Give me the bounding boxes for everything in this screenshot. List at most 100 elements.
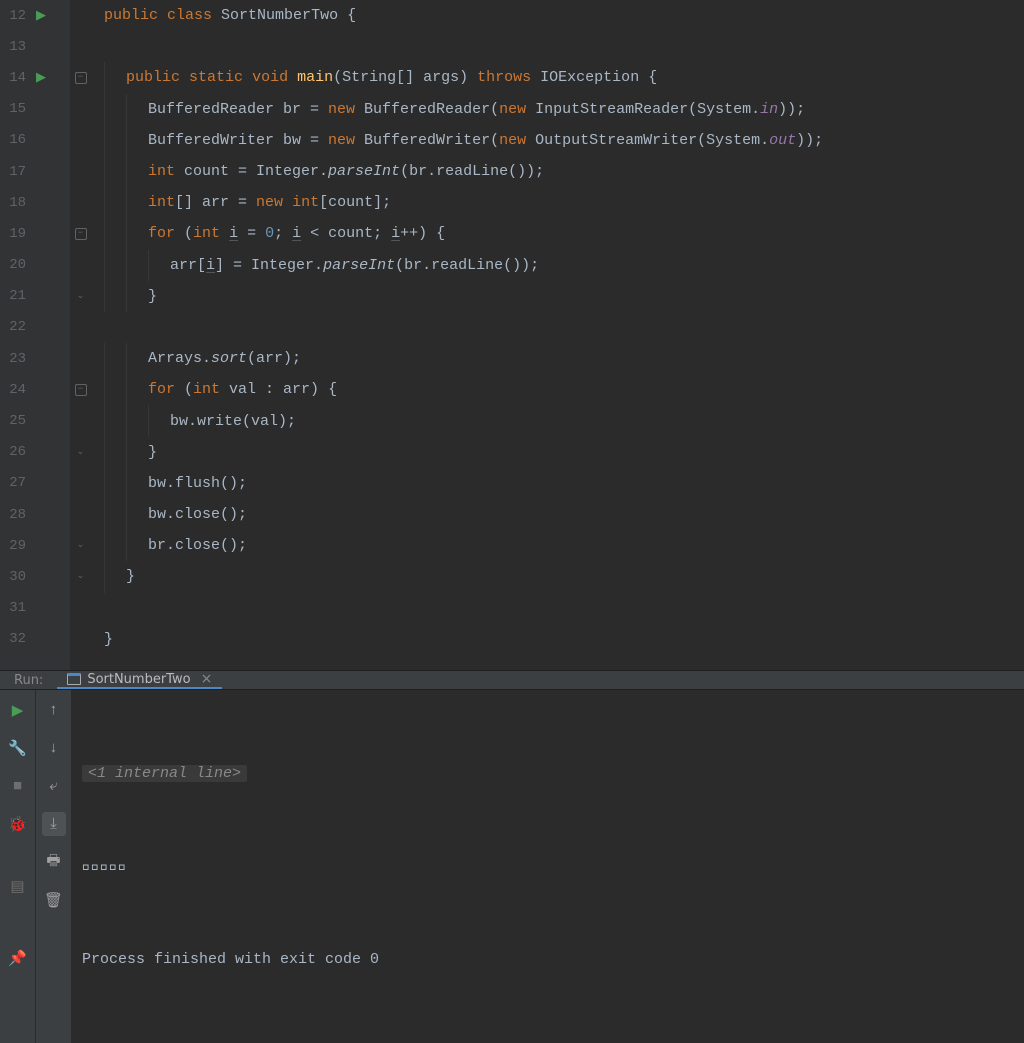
code-line[interactable]	[94, 593, 1024, 624]
gutter-row[interactable]: 15	[0, 94, 70, 125]
line-number: 23	[6, 351, 34, 367]
line-number: 22	[6, 319, 34, 335]
fold-end-icon[interactable]: ⌄	[75, 446, 87, 458]
gutter-row[interactable]: 27	[0, 468, 70, 499]
run-tool-window: Run: SortNumberTwo × ▶ 🔧 ■ 🐞 ▤ 📌 ↑ ↓ ⤶ ⤓…	[0, 670, 1024, 1020]
gutter-row[interactable]: 21	[0, 281, 70, 312]
fold-cell: ⌄	[71, 530, 90, 561]
code-line[interactable]: public class SortNumberTwo {	[94, 0, 1024, 31]
code-line[interactable]: bw.close();	[94, 499, 1024, 530]
indent-guide	[104, 156, 105, 187]
fold-cell: −	[71, 218, 90, 249]
wrench-icon[interactable]: 🔧	[6, 736, 30, 760]
soft-wrap-icon[interactable]: ⤶	[42, 774, 66, 798]
gutter-row[interactable]: 23	[0, 343, 70, 374]
close-icon[interactable]: ×	[197, 671, 213, 687]
code-content[interactable]: public class SortNumberTwo { public stati…	[90, 0, 1024, 670]
code-line[interactable]: }	[94, 624, 1024, 655]
code-line[interactable]: BufferedReader br = new BufferedReader(n…	[94, 94, 1024, 125]
pin-icon[interactable]: 📌	[6, 946, 30, 970]
indent-guide	[104, 62, 105, 93]
code-line[interactable]: public static void main(String[] args) t…	[94, 62, 1024, 93]
code-editor[interactable]: 12▶1314▶15161718192021222324252627282930…	[0, 0, 1024, 670]
scroll-to-end-icon[interactable]: ⤓	[42, 812, 66, 836]
fold-cell: ⌄	[71, 561, 90, 592]
code-text: }	[94, 568, 135, 585]
line-number: 12	[6, 8, 34, 24]
code-line[interactable]: br.close();	[94, 530, 1024, 561]
gutter-row[interactable]: 32	[0, 624, 70, 655]
run-tab[interactable]: SortNumberTwo ×	[57, 671, 222, 689]
code-line[interactable]: int count = Integer.parseInt(br.readLine…	[94, 156, 1024, 187]
indent-guide	[104, 405, 105, 436]
code-line[interactable]: arr[i] = Integer.parseInt(br.readLine())…	[94, 250, 1024, 281]
line-number: 30	[6, 569, 34, 585]
rerun-button[interactable]: ▶	[6, 698, 30, 722]
fold-minus-icon[interactable]: −	[75, 72, 87, 84]
code-text: for (int i = 0; i < count; i++) {	[94, 225, 445, 242]
indent-guide	[126, 499, 127, 530]
gutter-row[interactable]: 19	[0, 218, 70, 249]
line-number: 20	[6, 257, 34, 273]
line-number: 25	[6, 413, 34, 429]
gutter-row[interactable]: 18	[0, 187, 70, 218]
indent-guide	[148, 250, 149, 281]
code-line[interactable]: Arrays.sort(arr);	[94, 343, 1024, 374]
code-line[interactable]: bw.write(val);	[94, 405, 1024, 436]
gutter-row[interactable]: 26	[0, 437, 70, 468]
fold-cell	[71, 250, 90, 281]
line-number: 32	[6, 631, 34, 647]
trash-icon[interactable]: 🗑	[42, 888, 66, 912]
line-number: 18	[6, 195, 34, 211]
code-line[interactable]: }	[94, 437, 1024, 468]
fold-minus-icon[interactable]: −	[75, 384, 87, 396]
application-icon	[67, 673, 81, 685]
fold-cell	[71, 343, 90, 374]
gutter-row[interactable]: 30	[0, 561, 70, 592]
code-line[interactable]: }	[94, 561, 1024, 592]
console-output[interactable]: <1 internal line> ￿￿￿￿￿ Process finished…	[72, 690, 1024, 1043]
stop-button[interactable]: ■	[6, 774, 30, 798]
down-arrow-icon[interactable]: ↓	[42, 736, 66, 760]
gutter-row[interactable]: 25	[0, 405, 70, 436]
gutter-row[interactable]: 29	[0, 530, 70, 561]
internal-line: <1 internal line>	[82, 765, 247, 782]
code-line[interactable]: bw.flush();	[94, 468, 1024, 499]
gutter-row[interactable]: 22	[0, 312, 70, 343]
up-arrow-icon[interactable]: ↑	[42, 698, 66, 722]
layout-icon[interactable]: ▤	[6, 874, 30, 898]
code-line[interactable]	[94, 31, 1024, 62]
print-icon[interactable]: 🖶	[42, 850, 66, 874]
code-line[interactable]	[94, 312, 1024, 343]
code-text: BufferedReader br = new BufferedReader(n…	[94, 101, 805, 118]
indent-guide	[126, 374, 127, 405]
run-label: Run:	[0, 673, 57, 688]
gutter-row[interactable]: 20	[0, 250, 70, 281]
run-gutter-icon[interactable]: ▶	[34, 70, 48, 85]
fold-end-icon[interactable]: ⌄	[75, 571, 87, 583]
fold-minus-icon[interactable]: −	[75, 228, 87, 240]
line-number: 26	[6, 444, 34, 460]
line-number: 24	[6, 382, 34, 398]
gutter-row[interactable]: 13	[0, 31, 70, 62]
gutter-row[interactable]: 17	[0, 156, 70, 187]
fold-end-icon[interactable]: ⌄	[75, 540, 87, 552]
code-line[interactable]: BufferedWriter bw = new BufferedWriter(n…	[94, 125, 1024, 156]
indent-guide	[126, 468, 127, 499]
gutter-row[interactable]: 28	[0, 499, 70, 530]
fold-end-icon[interactable]: ⌄	[75, 290, 87, 302]
code-line[interactable]: for (int i = 0; i < count; i++) {	[94, 218, 1024, 249]
gutter-row[interactable]: 31	[0, 593, 70, 624]
code-line[interactable]: }	[94, 281, 1024, 312]
code-line[interactable]: for (int val : arr) {	[94, 374, 1024, 405]
line-number: 31	[6, 600, 34, 616]
gutter-row[interactable]: 24	[0, 374, 70, 405]
fold-cell	[71, 312, 90, 343]
debug-icon[interactable]: 🐞	[6, 812, 30, 836]
gutter-row[interactable]: 12▶	[0, 0, 70, 31]
gutter-row[interactable]: 14▶	[0, 62, 70, 93]
gutter-row[interactable]: 16	[0, 125, 70, 156]
code-line[interactable]: int[] arr = new int[count];	[94, 187, 1024, 218]
indent-guide	[126, 187, 127, 218]
run-gutter-icon[interactable]: ▶	[34, 8, 48, 23]
